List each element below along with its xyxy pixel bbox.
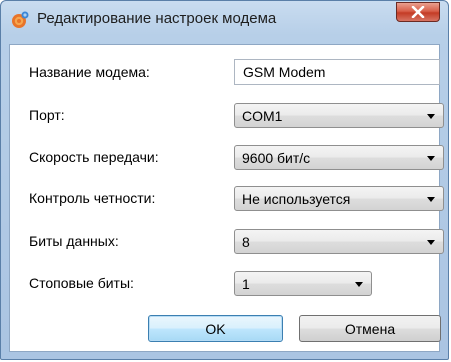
port-label: Порт: (29, 107, 65, 123)
data-bits-select[interactable]: 8 (234, 229, 444, 254)
modem-settings-dialog: Редактирование настроек модема Название … (0, 0, 449, 360)
modem-name-input[interactable] (234, 59, 440, 85)
chevron-down-icon (427, 156, 435, 161)
parity-select-value: Не используется (242, 191, 351, 207)
stop-bits-select-value: 1 (242, 276, 250, 292)
chevron-down-icon (427, 240, 435, 245)
data-bits-select-value: 8 (242, 234, 250, 250)
cancel-button[interactable]: Отмена (299, 315, 441, 342)
baud-rate-label: Скорость передачи: (29, 149, 159, 165)
parity-label: Контроль четности: (29, 190, 156, 206)
baud-rate-select-value: 9600 бит/с (242, 150, 311, 166)
parity-select[interactable]: Не используется (234, 186, 444, 211)
window-title: Редактирование настроек модема (37, 10, 277, 27)
dialog-content: Название модема: Порт: COM1 Скорость пер… (9, 44, 444, 352)
chevron-down-icon (355, 282, 363, 287)
modem-settings-icon (11, 11, 29, 29)
stop-bits-label: Стоповые биты: (29, 275, 134, 291)
port-select-value: COM1 (242, 108, 283, 124)
stop-bits-select[interactable]: 1 (234, 271, 372, 296)
chevron-down-icon (427, 114, 435, 119)
modem-name-label: Название модема: (29, 64, 150, 80)
chevron-down-icon (427, 197, 435, 202)
port-select[interactable]: COM1 (234, 103, 444, 128)
close-x-icon (411, 6, 425, 18)
data-bits-label: Биты данных: (29, 233, 119, 249)
ok-button[interactable]: OK (148, 315, 283, 342)
close-button[interactable] (396, 2, 440, 22)
baud-rate-select[interactable]: 9600 бит/с (234, 145, 444, 170)
title-bar[interactable]: Редактирование настроек модема (1, 1, 448, 35)
